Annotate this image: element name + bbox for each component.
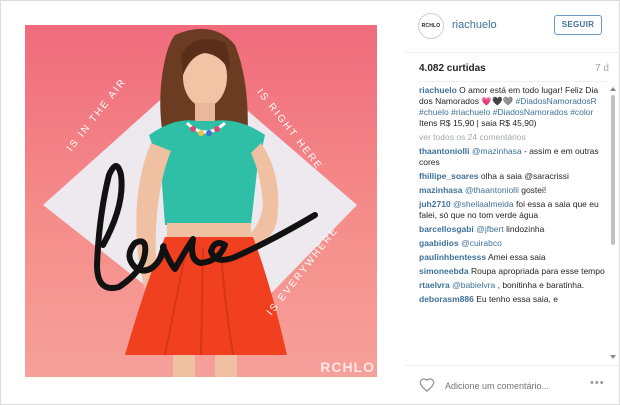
- comment-text: , bonitinha e baratinha.: [497, 280, 585, 290]
- heart-icon[interactable]: [419, 377, 435, 397]
- comment-username[interactable]: thaantoniolli: [419, 146, 470, 156]
- post-modal: is in the air is right here is everywher…: [0, 0, 620, 405]
- comment-username[interactable]: paulinhbentesss: [419, 252, 486, 262]
- username-link[interactable]: riachuelo: [452, 19, 497, 31]
- comment-mention[interactable]: @sheilaalmeida: [453, 199, 514, 209]
- comment-item: simoneebda Roupa apropriada para esse te…: [419, 266, 607, 277]
- comment-mention[interactable]: @thaantoniolli: [465, 185, 519, 195]
- comment-text: olha a saia @saracrissi: [480, 171, 569, 181]
- comment-mention[interactable]: @cuirabco: [461, 238, 502, 248]
- comment-username[interactable]: mazinhasa: [419, 185, 462, 195]
- comment-username[interactable]: rtaelvra: [419, 280, 450, 290]
- divider: [419, 81, 607, 82]
- comment-username[interactable]: gaabidios: [419, 238, 459, 248]
- caption-username[interactable]: riachuelo: [419, 85, 457, 95]
- comment-item: thaantoniolli @mazinhasa - assim e em ou…: [419, 146, 607, 168]
- top-garment: [149, 120, 265, 225]
- comment-item: fhillipe_soares olha a saia @saracrissi: [419, 171, 607, 182]
- comment-item: juh2710 @sheilaalmeida foi essa a saia q…: [419, 199, 607, 221]
- comment-text: Eu tenho essa saia, e: [476, 294, 558, 304]
- follow-button[interactable]: SEGUIR: [554, 15, 602, 35]
- post-illustration: [43, 28, 357, 377]
- brand-watermark: RCHLO: [320, 359, 375, 375]
- scroll-down-arrow-icon[interactable]: [610, 355, 616, 359]
- comment-item: rtaelvra @babielvra , bonitinha e barati…: [419, 280, 607, 291]
- comment-item: paulinhbentesss Amei essa saia: [419, 252, 607, 263]
- comment-username[interactable]: deborasm886: [419, 294, 474, 304]
- comment-mention[interactable]: @mazinhasa: [472, 146, 522, 156]
- comments-list[interactable]: riachuelo O amor está em todo lugar! Fel…: [419, 85, 607, 361]
- comment-item: deborasm886 Eu tenho essa saia, e: [419, 294, 607, 305]
- avatar[interactable]: RCHLO: [418, 13, 444, 39]
- scroll-up-arrow-icon[interactable]: [610, 87, 616, 91]
- comment-text: Roupa apropriada para esse tempo: [470, 266, 605, 276]
- post-stats: 4.082 curtidas 7 d: [419, 63, 609, 77]
- comment-item: gaabidios @cuirabco: [419, 238, 607, 249]
- post-sidebar: RCHLO riachuelo SEGUIR 4.082 curtidas 7 …: [405, 1, 620, 405]
- view-all-comments-link[interactable]: ver todos os 24 comentários: [419, 132, 607, 143]
- scrollbar-thumb[interactable]: [611, 95, 615, 245]
- add-comment-bar: •••: [405, 365, 620, 405]
- caption: riachuelo O amor está em todo lugar! Fel…: [419, 85, 607, 129]
- comment-text: lindozinha: [506, 224, 545, 234]
- comment-username[interactable]: barcellosgabi: [419, 224, 474, 234]
- comment-mention[interactable]: @jfbert: [476, 224, 504, 234]
- comment-username[interactable]: juh2710: [419, 199, 451, 209]
- comment-username[interactable]: fhillipe_soares: [419, 171, 479, 181]
- comment-item: barcellosgabi @jfbert lindozinha: [419, 224, 607, 235]
- comment-input[interactable]: [445, 378, 585, 394]
- more-options-icon[interactable]: •••: [590, 377, 605, 389]
- post-time[interactable]: 7 d: [595, 63, 609, 74]
- caption-details: Itens R$ 15,90 | saia R$ 45,90): [419, 118, 537, 128]
- comment-text: gostei!: [521, 185, 547, 195]
- comment-username[interactable]: simoneebda: [419, 266, 469, 276]
- likes-count[interactable]: 4.082 curtidas: [419, 63, 486, 74]
- comments-scrollbar[interactable]: [610, 87, 616, 359]
- post-header: RCHLO riachuelo SEGUIR: [405, 1, 620, 53]
- comment-item: mazinhasa @thaantoniolli gostei!: [419, 185, 607, 196]
- post-image[interactable]: is in the air is right here is everywher…: [25, 25, 377, 377]
- comment-mention[interactable]: @babielvra: [452, 280, 495, 290]
- comment-text: Amei essa saia: [487, 252, 546, 262]
